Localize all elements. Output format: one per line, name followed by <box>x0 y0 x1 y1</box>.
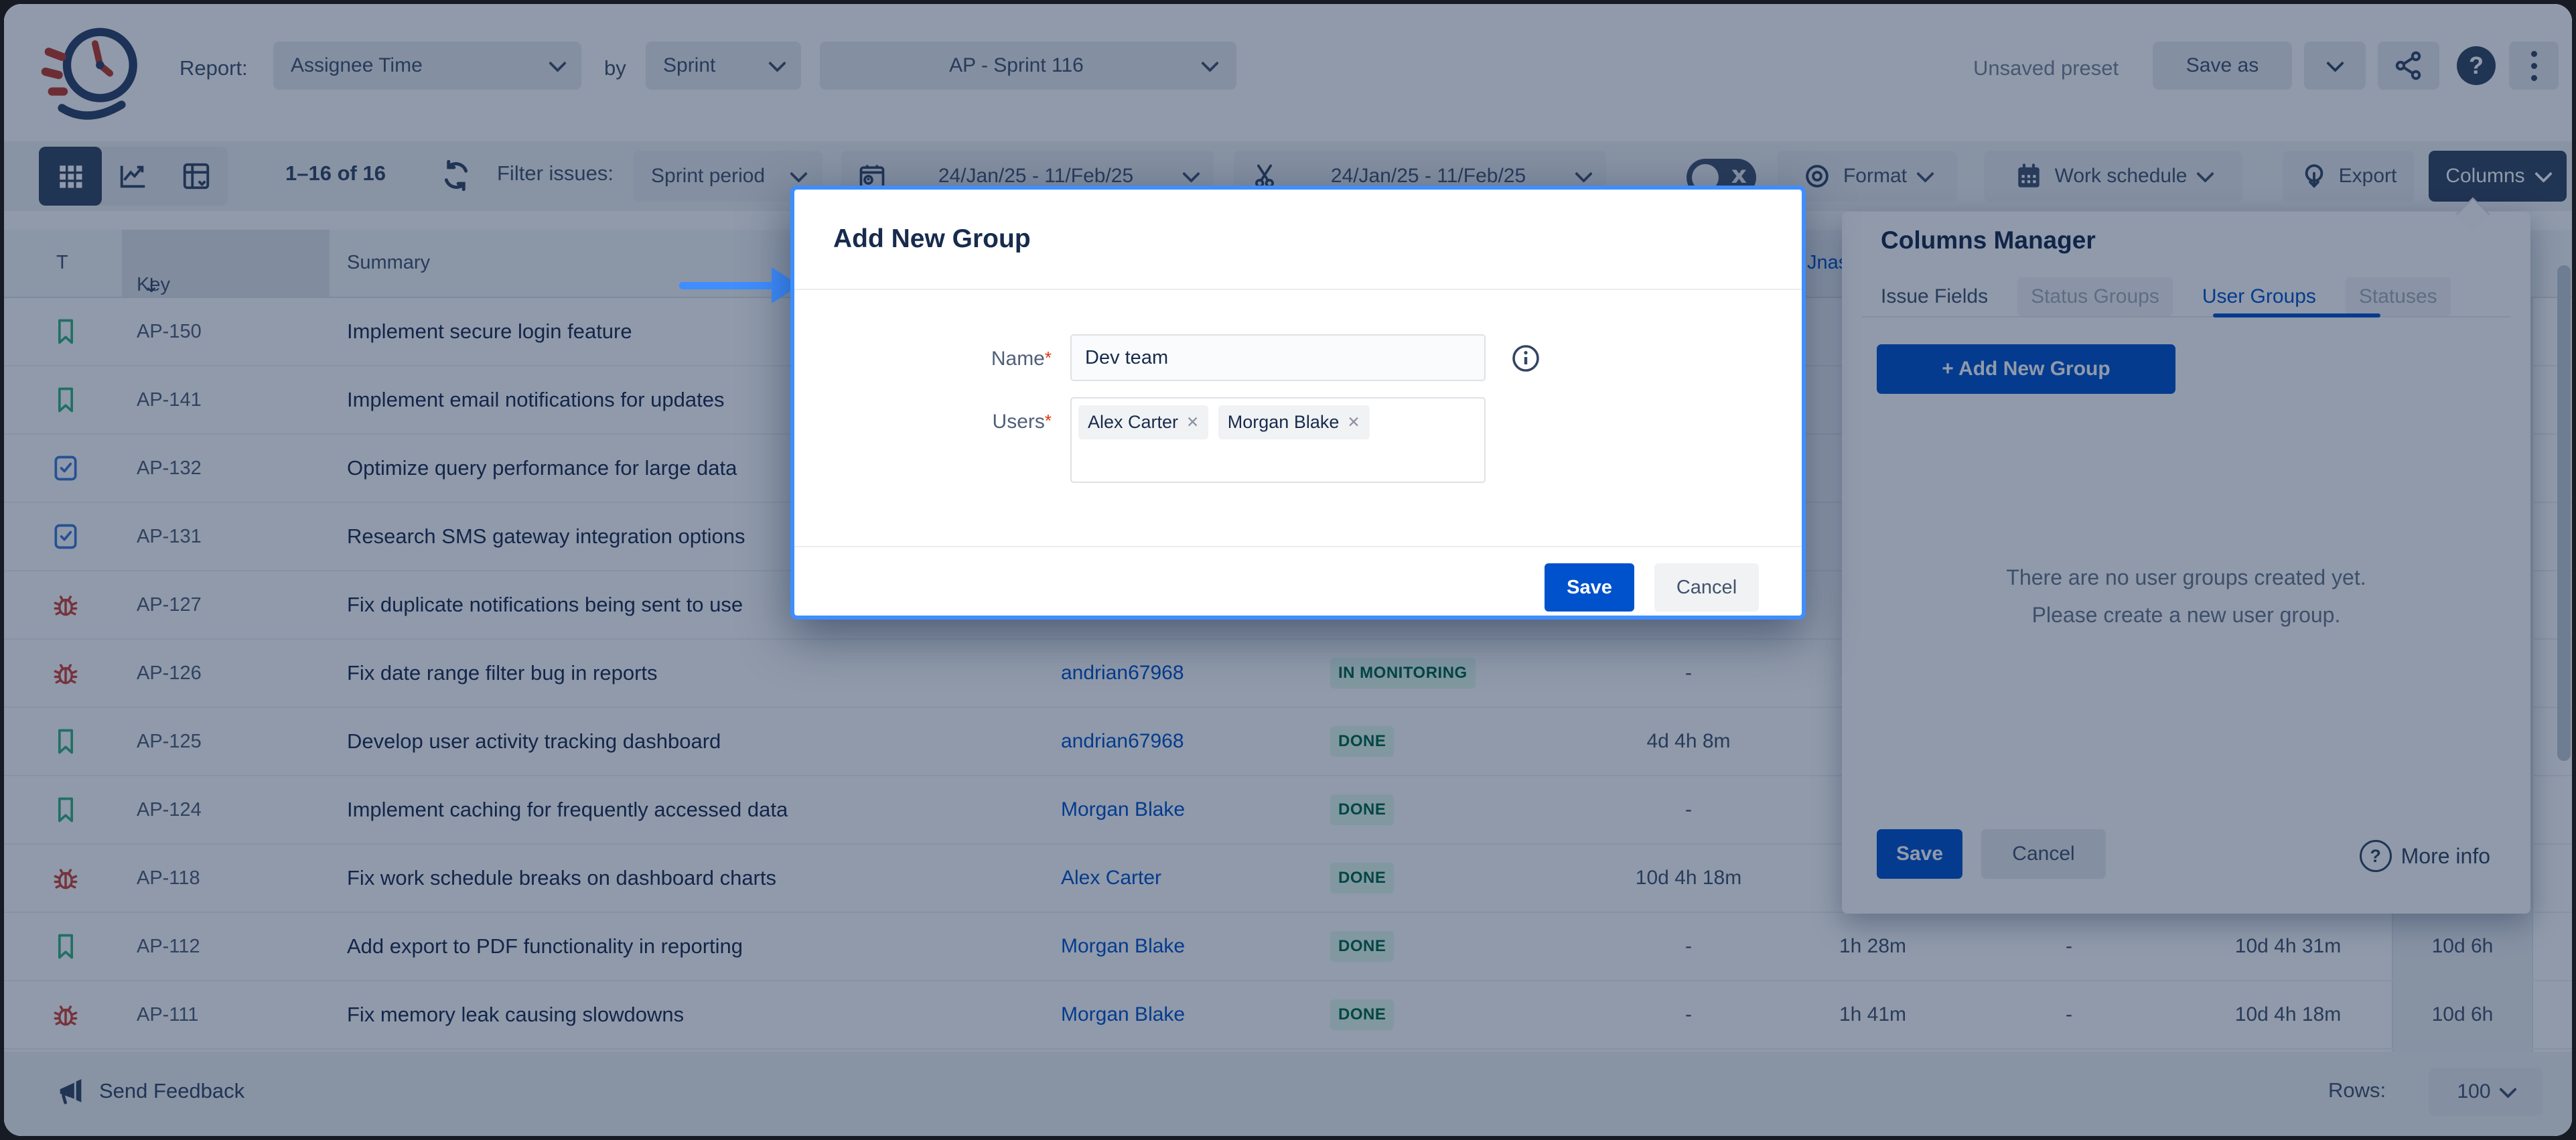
users-label: Users* <box>810 411 1052 433</box>
app-window: Report: Assignee Time by Sprint AP - Spr… <box>4 4 2572 1136</box>
users-multiselect[interactable]: Alex Carter✕ Morgan Blake✕ <box>1070 397 1486 483</box>
modal-cancel-button[interactable]: Cancel <box>1654 563 1759 612</box>
modal-title: Add New Group <box>833 224 1031 254</box>
info-icon <box>1510 342 1542 374</box>
group-name-input[interactable] <box>1070 334 1486 381</box>
modal-footer-divider <box>794 546 1802 547</box>
user-chip: Alex Carter✕ <box>1078 405 1208 439</box>
name-label: Name* <box>810 348 1052 370</box>
modal-header-divider <box>794 289 1802 290</box>
remove-user-icon[interactable]: ✕ <box>1186 414 1199 431</box>
add-new-group-modal: Add New Group Name* Users* Alex Carter✕ … <box>790 186 1806 620</box>
modal-save-button[interactable]: Save <box>1545 563 1634 612</box>
user-chip: Morgan Blake✕ <box>1218 405 1370 439</box>
remove-user-icon[interactable]: ✕ <box>1347 414 1360 431</box>
